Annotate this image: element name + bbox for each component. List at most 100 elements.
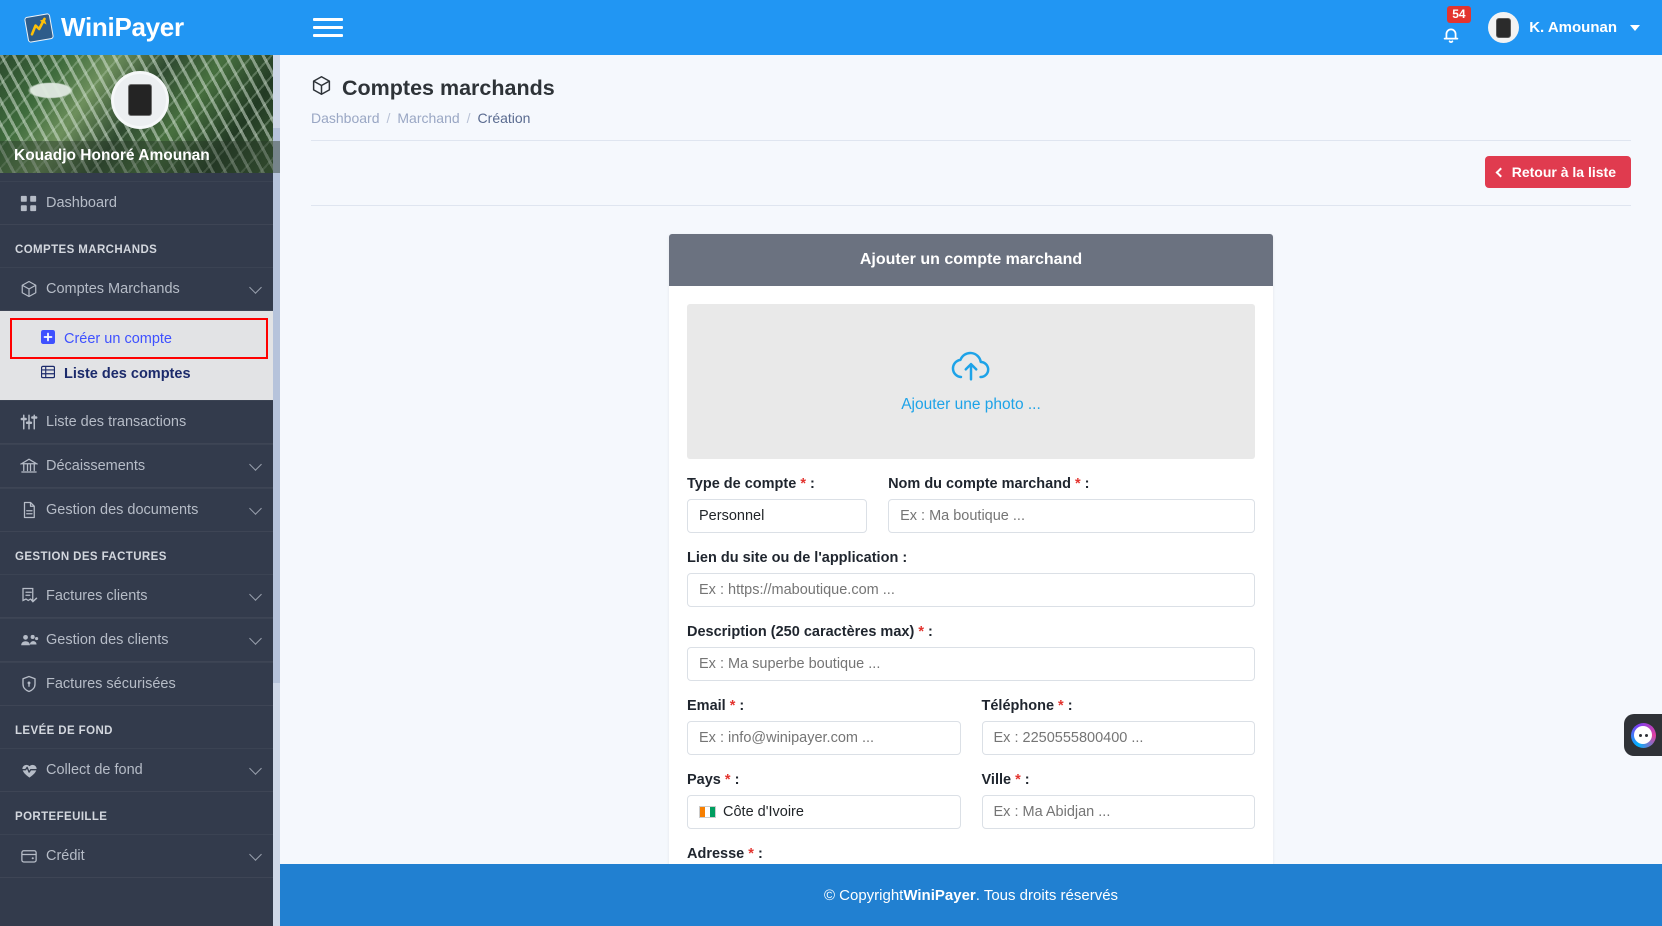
- form-card-wrapper: Ajouter un compte marchand Ajouter une p…: [280, 206, 1662, 903]
- chart-logo-icon: [23, 12, 55, 43]
- field-group-nom-du-compte: Nom du compte marchand * :: [888, 476, 1255, 533]
- chevron-left-icon: [1495, 167, 1506, 177]
- chat-widget-button[interactable]: [1624, 714, 1662, 756]
- chevron-down-icon: [249, 761, 262, 775]
- shield-lock-icon: [20, 675, 46, 693]
- toolbar: Retour à la liste: [280, 141, 1662, 188]
- label-pays: Pays * :: [687, 772, 740, 788]
- field-group-description: Description (250 caractères max) * :: [687, 624, 1255, 681]
- field-group-telephone: Téléphone * :: [981, 698, 1255, 755]
- sidebar-profile-name: Kouadjo Honoré Amounan: [0, 141, 280, 173]
- form-row-description: Description (250 caractères max) * :: [687, 624, 1255, 681]
- chevron-down-icon: [249, 501, 262, 515]
- chat-avatar-icon: [1630, 722, 1656, 748]
- invoice-check-icon: [20, 587, 46, 605]
- sidebar-item-collect-de-fond[interactable]: Collect de fond: [0, 748, 280, 792]
- nom-du-compte-input[interactable]: [888, 499, 1255, 533]
- sidebar-item-factures-securisees[interactable]: Factures sécurisées: [0, 662, 280, 706]
- page-header: Comptes marchands Dashboard / Marchand /…: [280, 55, 1662, 126]
- pays-value: Côte d'Ivoire: [723, 804, 804, 820]
- brand-logo-area[interactable]: WiniPayer: [0, 0, 296, 55]
- top-navbar: WiniPayer 54 K. Amounan: [0, 0, 1662, 55]
- label-nom-du-compte: Nom du compte marchand * :: [888, 476, 1090, 492]
- label-telephone: Téléphone * :: [981, 698, 1073, 714]
- sidebar-item-label: Factures sécurisées: [46, 676, 176, 692]
- form-row-email-telephone: Email * : Téléphone * :: [687, 698, 1255, 755]
- brand-name: WiniPayer: [61, 12, 184, 42]
- field-group-email: Email * :: [687, 698, 961, 755]
- sidebar-item-liste-des-comptes[interactable]: Liste des comptes: [0, 357, 280, 391]
- ville-input[interactable]: [981, 795, 1255, 829]
- sidebar-item-label: Décaissements: [46, 458, 146, 474]
- sidebar-subitem-label: Liste des comptes: [64, 366, 191, 382]
- form-row-type-nom: Type de compte * : Personnel Nom du comp…: [687, 476, 1255, 533]
- sidebar-item-label: Dashboard: [46, 195, 117, 211]
- form-row-lien-site: Lien du site ou de l'application :: [687, 550, 1255, 607]
- sidebar-item-gestion-des-documents[interactable]: Gestion des documents: [0, 488, 280, 532]
- type-de-compte-select[interactable]: Personnel: [687, 499, 868, 533]
- bell-icon: [1440, 23, 1462, 50]
- breadcrumb-item-marchand[interactable]: Marchand: [397, 110, 459, 126]
- sidebar-item-label: Comptes Marchands: [46, 281, 180, 297]
- sidebar-item-decaissements[interactable]: Décaissements: [0, 444, 280, 488]
- description-input[interactable]: [687, 647, 1255, 681]
- lien-du-site-input[interactable]: [687, 573, 1255, 607]
- sidebar-scrollbar-track[interactable]: [273, 55, 280, 926]
- heart-pulse-icon: [20, 761, 46, 780]
- sidebar-profile: Kouadjo Honoré Amounan: [0, 55, 280, 173]
- sidebar-item-factures-clients[interactable]: Factures clients: [0, 574, 280, 618]
- breadcrumb-item-dashboard[interactable]: Dashboard: [311, 110, 380, 126]
- back-to-list-button[interactable]: Retour à la liste: [1484, 156, 1631, 188]
- box-icon: [311, 75, 332, 102]
- document-icon: [20, 501, 46, 519]
- pays-select[interactable]: Côte d'Ivoire: [687, 795, 961, 829]
- sidebar-item-creer-un-compte[interactable]: Créer un compte: [10, 318, 268, 359]
- footer-copyright-prefix: © Copyright: [823, 886, 904, 904]
- photo-upload-label: Ajouter une photo ...: [901, 396, 1041, 413]
- email-input[interactable]: [687, 721, 961, 755]
- sidebar-item-label: Gestion des clients: [46, 632, 169, 648]
- photo-upload-dropzone[interactable]: Ajouter une photo ...: [687, 304, 1255, 459]
- sidebar-item-label: Factures clients: [46, 588, 148, 604]
- sidebar-item-comptes-marchands[interactable]: Comptes Marchands: [0, 267, 280, 311]
- breadcrumb-item-creation: Création: [477, 110, 531, 126]
- field-group-type-de-compte: Type de compte * : Personnel: [687, 476, 868, 533]
- sidebar-avatar[interactable]: [111, 71, 169, 129]
- label-ville: Ville * :: [981, 772, 1030, 788]
- sidebar-item-label: Gestion des documents: [46, 502, 199, 518]
- chevron-down-icon: [249, 457, 262, 471]
- notifications-button[interactable]: 54: [1428, 0, 1474, 55]
- list-icon: [40, 365, 56, 383]
- sidebar-section-title-comptes-marchands: COMPTES MARCHANDS: [15, 244, 158, 256]
- hamburger-icon[interactable]: [313, 16, 343, 40]
- form-card-body: Ajouter une photo ... Type de compte * :…: [669, 286, 1273, 903]
- sidebar-item-dashboard[interactable]: Dashboard: [0, 181, 280, 225]
- page-title: Comptes marchands: [311, 75, 1631, 102]
- chevron-down-icon: [1630, 24, 1640, 31]
- topbar-right: 54 K. Amounan: [1428, 0, 1662, 55]
- grid-icon: [20, 195, 46, 212]
- sidebar-item-credit[interactable]: Crédit: [0, 834, 280, 878]
- telephone-input[interactable]: [981, 721, 1255, 755]
- main-content: Comptes marchands Dashboard / Marchand /…: [280, 55, 1662, 926]
- sliders-icon: [20, 413, 46, 431]
- sidebar-item-liste-des-transactions[interactable]: Liste des transactions: [0, 400, 280, 444]
- sidebar-submenu-comptes-marchands: Créer un compte Liste des comptes: [0, 311, 280, 400]
- sidebar-item-label: Collect de fond: [46, 762, 143, 778]
- chevron-down-icon: [249, 280, 262, 294]
- notification-count-badge: 54: [1447, 6, 1471, 24]
- label-adresse: Adresse * :: [687, 846, 763, 862]
- back-to-list-label: Retour à la liste: [1511, 164, 1616, 180]
- chevron-down-icon: [249, 587, 262, 601]
- sidebar-subitem-label: Créer un compte: [64, 330, 172, 347]
- sidebar-item-gestion-des-clients[interactable]: Gestion des clients: [0, 618, 280, 662]
- user-menu[interactable]: K. Amounan: [1488, 12, 1640, 43]
- box-icon: [20, 280, 46, 298]
- sidebar: Kouadjo Honoré Amounan Dashboard COMPTES…: [0, 55, 280, 926]
- footer-brand: WiniPayer: [903, 886, 976, 904]
- merchant-account-form-card: Ajouter un compte marchand Ajouter une p…: [669, 234, 1273, 903]
- sidebar-scrollbar-thumb[interactable]: [273, 128, 280, 683]
- cloud-upload-icon: [949, 349, 993, 388]
- breadcrumb-separator: /: [386, 110, 391, 126]
- breadcrumb: Dashboard / Marchand / Création: [311, 110, 1631, 126]
